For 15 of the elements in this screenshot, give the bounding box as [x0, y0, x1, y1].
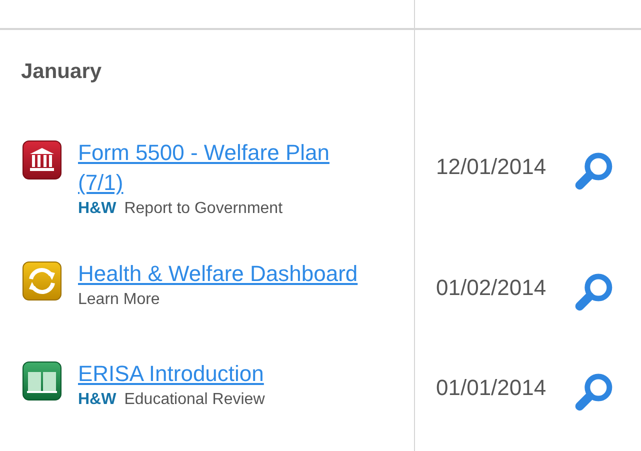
refresh-icon [22, 261, 62, 301]
item-description: Learn More [78, 291, 160, 309]
document-link[interactable]: Health & Welfare Dashboard [78, 259, 378, 289]
category-tag: H&W [78, 391, 116, 409]
bank-icon [22, 140, 62, 180]
date-text: 12/01/2014 [436, 154, 546, 180]
month-heading: January [21, 60, 102, 83]
document-link[interactable]: Form 5500 - Welfare Plan (7/1) [78, 138, 378, 198]
item-description: Educational Review [124, 391, 265, 409]
book-icon [22, 361, 62, 401]
document-link[interactable]: ERISA Introduction [78, 359, 378, 389]
date-text: 01/02/2014 [436, 275, 546, 301]
category-tag: H&W [78, 200, 116, 218]
date-text: 01/01/2014 [436, 375, 546, 401]
item-description: Report to Government [124, 200, 283, 218]
